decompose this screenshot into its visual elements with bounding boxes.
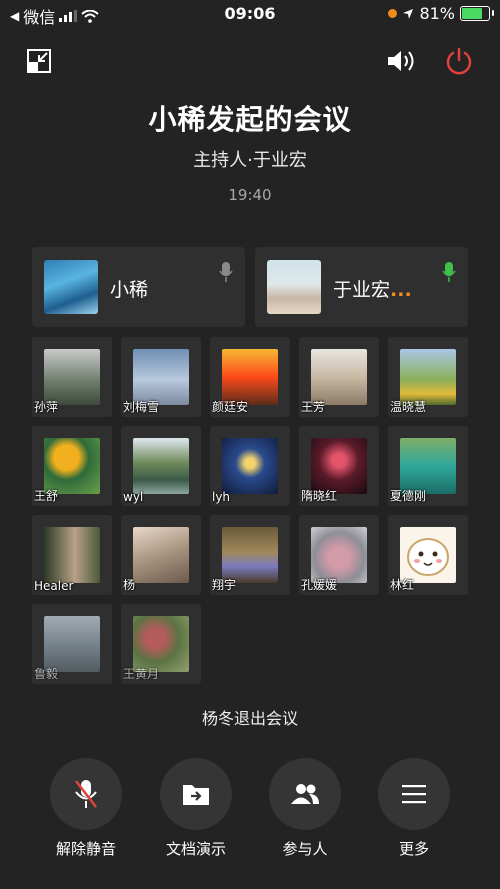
participant-tile[interactable]: Healer (32, 515, 112, 595)
battery-percent: 81% (419, 4, 455, 23)
avatar (311, 438, 367, 494)
recording-dot-icon (388, 9, 398, 18)
speaker-card[interactable]: 于业宏... (255, 247, 468, 327)
menu-icon (402, 785, 426, 804)
participant-tile[interactable]: 温晓慧 (388, 337, 468, 417)
participant-tile[interactable]: 王芳 (299, 337, 379, 417)
participant-name: wyl (123, 490, 144, 504)
participant-name: 刘梅雪 (123, 400, 160, 414)
avatar (44, 349, 100, 405)
participants-button[interactable] (269, 758, 341, 830)
participant-tile[interactable]: 刘梅雪 (121, 337, 201, 417)
participant-tile[interactable]: 林红 (388, 515, 468, 595)
minimize-button[interactable] (22, 44, 56, 78)
speaking-indicator: ... (390, 279, 412, 301)
avatar (222, 349, 278, 405)
participant-name: 王芳 (301, 400, 326, 414)
status-right: 81% (388, 4, 494, 23)
battery-icon (460, 6, 494, 21)
speaker-volume-icon (388, 51, 414, 71)
unmute-button[interactable] (50, 758, 122, 830)
leave-notice: 杨冬退出会议 (201, 709, 298, 728)
participants-label: 参与人 (282, 840, 328, 858)
participant-tile[interactable]: 王黄月 (121, 604, 201, 684)
speaker-name: 于业宏... (333, 279, 412, 301)
avatar (44, 616, 100, 672)
meeting-title: 小稀发起的会议 (148, 103, 352, 136)
avatar (44, 260, 98, 314)
participant-name: 翔宇 (212, 578, 237, 592)
avatar (311, 349, 367, 405)
avatar (400, 527, 456, 583)
avatar (133, 527, 189, 583)
participant-name: 杨 (123, 578, 136, 592)
doc-present-button[interactable] (160, 758, 232, 830)
avatar (133, 349, 189, 405)
avatar (400, 438, 456, 494)
speaker-button[interactable] (384, 44, 418, 78)
speaker-name: 小稀 (110, 279, 149, 301)
avatar (44, 438, 100, 494)
participant-name: 夏德刚 (390, 489, 427, 503)
participant-tile[interactable]: 王舒 (32, 426, 112, 506)
participant-name: 王黄月 (123, 667, 160, 681)
mic-muted-icon (219, 261, 233, 287)
avatar (267, 260, 321, 314)
avatar (222, 438, 278, 494)
avatar (44, 527, 100, 583)
meeting-timer: 19:40 (228, 186, 272, 204)
power-icon (446, 47, 472, 75)
participant-name: 林红 (390, 578, 415, 592)
participant-name: Healer (34, 579, 74, 593)
participant-tile[interactable]: lyh (210, 426, 290, 506)
participant-name: 孙萍 (34, 400, 59, 414)
participant-name: 温晓慧 (390, 400, 427, 414)
participant-tile[interactable]: 隋晓红 (299, 426, 379, 506)
minimize-window-icon (27, 49, 51, 73)
participant-name: 孔媛媛 (301, 578, 338, 592)
people-icon (291, 784, 319, 804)
participant-tile[interactable]: 夏德刚 (388, 426, 468, 506)
participant-tile[interactable]: 杨 (121, 515, 201, 595)
mic-muted-icon (75, 780, 97, 808)
participant-name: 颜廷安 (212, 400, 249, 414)
avatar (222, 527, 278, 583)
participant-tile[interactable]: 颜廷安 (210, 337, 290, 417)
more-button[interactable] (378, 758, 450, 830)
unmute-label: 解除静音 (55, 840, 116, 858)
more-label: 更多 (398, 840, 429, 858)
meeting-host: 主持人·于业宏 (193, 150, 307, 171)
avatar (133, 438, 189, 494)
location-icon (403, 8, 414, 19)
folder-share-icon (183, 785, 209, 805)
avatar (133, 616, 189, 672)
end-meeting-button[interactable] (442, 44, 476, 78)
status-bar: ◀ 微信 09:06 81% (0, 0, 500, 30)
avatar (400, 349, 456, 405)
avatar (311, 527, 367, 583)
participant-tile[interactable]: 孙萍 (32, 337, 112, 417)
participant-tile[interactable]: 孔媛媛 (299, 515, 379, 595)
mic-active-icon (442, 261, 456, 287)
speaker-card[interactable]: 小稀 (32, 247, 245, 327)
participant-name: lyh (212, 490, 231, 504)
participant-name: 隋晓红 (301, 489, 338, 503)
participant-tile[interactable]: 翔宇 (210, 515, 290, 595)
participant-tile[interactable]: wyl (121, 426, 201, 506)
doc-present-label: 文档演示 (165, 840, 226, 858)
participant-tile[interactable]: 鲁毅 (32, 604, 112, 684)
participant-name: 鲁毅 (34, 667, 59, 681)
participant-name: 王舒 (34, 489, 59, 503)
